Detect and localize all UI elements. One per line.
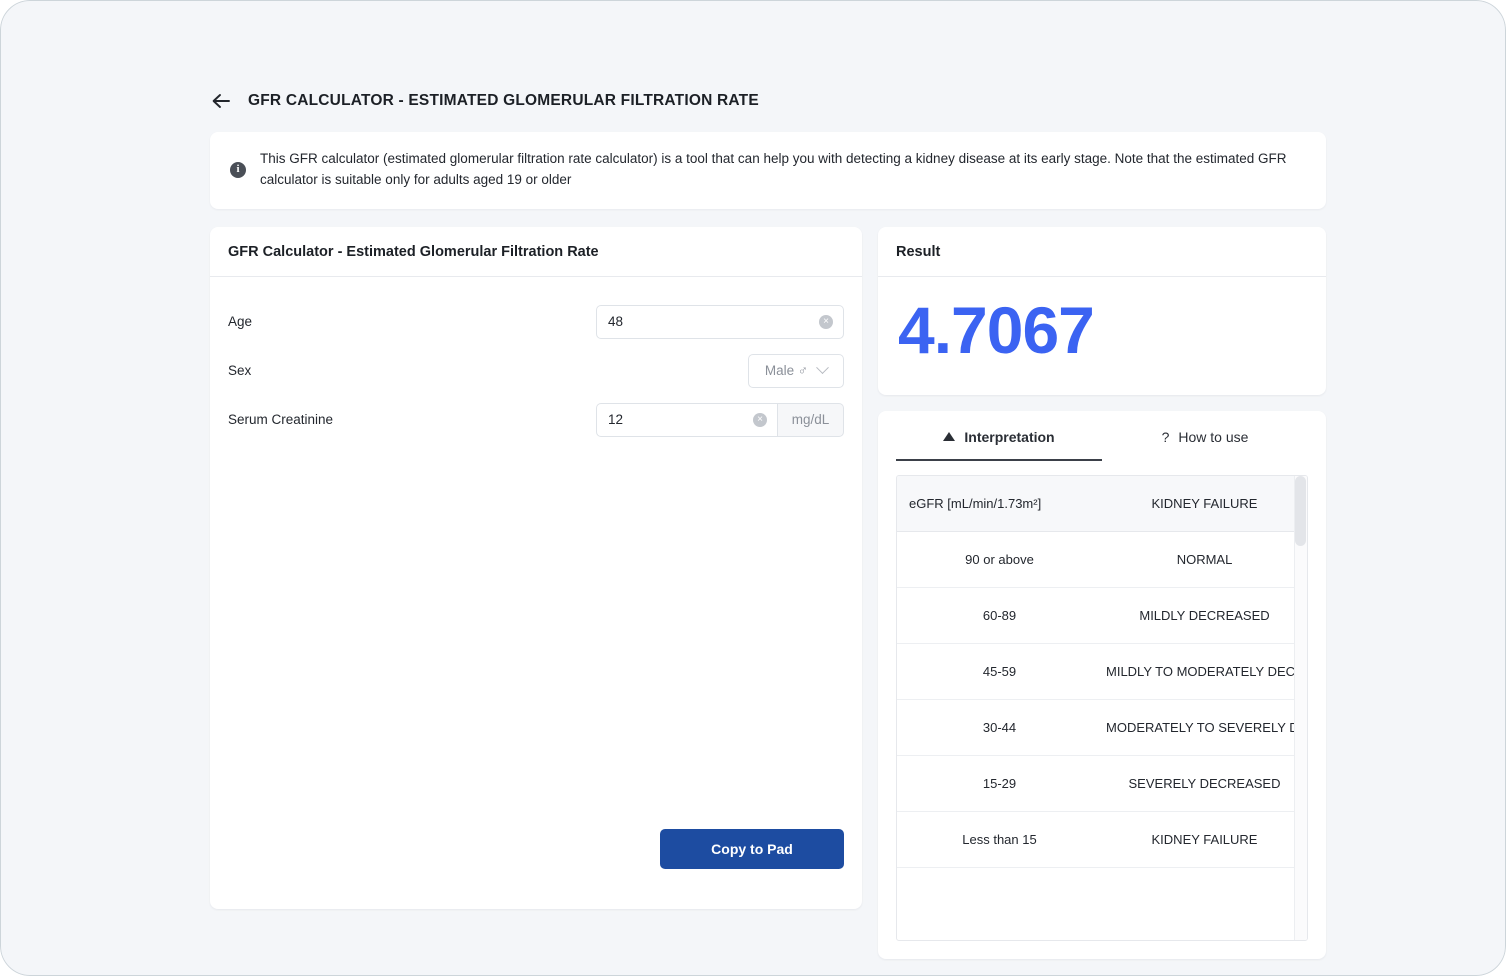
interpretation-card: Interpretation ? How to use eGFR [mL/min… bbox=[878, 410, 1326, 959]
table-row: 60-89 MILDLY DECREASED bbox=[897, 588, 1307, 644]
field-label-serum-creatinine: Serum Creatinine bbox=[228, 412, 334, 428]
sex-select[interactable]: Male ♂ bbox=[748, 353, 844, 388]
copy-to-pad-button[interactable]: Copy to Pad bbox=[660, 828, 844, 869]
table-row: 15-29 SEVERELY DECREASED bbox=[897, 756, 1307, 812]
table-column-header-egfr: eGFR [mL/min/1.73m²] bbox=[897, 475, 1102, 533]
tab-interpretation-label: Interpretation bbox=[964, 428, 1055, 445]
chevron-down-icon bbox=[816, 361, 829, 375]
calculator-column: GFR Calculator - Estimated Glomerular Fi… bbox=[210, 226, 862, 909]
field-row-serum-creatinine: Serum Creatinine 12 × mg/dL bbox=[228, 402, 844, 437]
serum-creatinine-input-value: 12 bbox=[608, 412, 624, 428]
table-cell-range bbox=[897, 868, 1102, 924]
field-label-sex: Sex bbox=[228, 363, 252, 379]
field-row-age: Age 48 × bbox=[228, 304, 844, 339]
calculator-card-title: GFR Calculator - Estimated Glomerular Fi… bbox=[210, 227, 862, 277]
triangle-up-icon bbox=[943, 432, 956, 442]
field-row-sex: Sex Male ♂ bbox=[228, 353, 844, 388]
table-cell-status: MILDLY DECREASED bbox=[1139, 608, 1270, 624]
table-scrollbar-thumb[interactable] bbox=[1295, 475, 1306, 546]
table-cell-range: 45-59 bbox=[982, 664, 1017, 680]
table-cell-status: KIDNEY FAILURE bbox=[1151, 832, 1258, 848]
result-card: Result 4.7067 bbox=[878, 226, 1326, 395]
table-cell-status: MODERATELY TO SEVERELY DECREASED bbox=[1106, 720, 1307, 736]
info-banner: i This GFR calculator (estimated glomeru… bbox=[210, 132, 1326, 209]
age-input-value: 48 bbox=[608, 314, 624, 330]
interpretation-panel: eGFR [mL/min/1.73m²] KIDNEY FAILURE 90 o… bbox=[878, 461, 1326, 959]
result-value: 4.7067 bbox=[898, 292, 1095, 367]
interpretation-table-wrapper: eGFR [mL/min/1.73m²] KIDNEY FAILURE 90 o… bbox=[896, 474, 1308, 941]
tab-how-to-use-label: How to use bbox=[1178, 428, 1249, 445]
field-control-age: 48 × bbox=[596, 304, 844, 339]
table-cell-range: Less than 15 bbox=[962, 832, 1037, 848]
tab-bar: Interpretation ? How to use bbox=[878, 411, 1326, 461]
table-scrollbar[interactable] bbox=[1294, 475, 1307, 940]
table-body: 90 or above NORMAL 60-89 MILDLY DECREASE… bbox=[897, 532, 1307, 924]
field-control-serum-creatinine: 12 × mg/dL bbox=[596, 402, 844, 437]
question-mark-icon: ? bbox=[1161, 428, 1170, 445]
table-row: Less than 15 KIDNEY FAILURE bbox=[897, 812, 1307, 868]
page-container: GFR CALCULATOR - ESTIMATED GLOMERULAR FI… bbox=[210, 84, 1326, 959]
table-row bbox=[897, 868, 1307, 924]
table-cell-status: MILDLY TO MODERATELY DECREASED bbox=[1106, 664, 1307, 680]
content-columns: GFR Calculator - Estimated Glomerular Fi… bbox=[210, 226, 1326, 959]
table-cell-status: SEVERELY DECREASED bbox=[1128, 776, 1281, 792]
table-header-row: eGFR [mL/min/1.73m²] KIDNEY FAILURE bbox=[897, 475, 1307, 533]
age-input[interactable]: 48 × bbox=[596, 304, 844, 339]
info-banner-text: This GFR calculator (estimated glomerula… bbox=[260, 151, 1287, 187]
result-column: Result 4.7067 Interpretation ? How to us… bbox=[878, 226, 1326, 959]
table-column-header-status: KIDNEY FAILURE bbox=[1102, 475, 1307, 533]
page-header: GFR CALCULATOR - ESTIMATED GLOMERULAR FI… bbox=[210, 84, 1326, 118]
table-cell-range: 15-29 bbox=[982, 776, 1017, 792]
table-cell-range: 60-89 bbox=[982, 608, 1017, 624]
table-row: 45-59 MILDLY TO MODERATELY DECREASED bbox=[897, 644, 1307, 700]
table-cell-range: 30-44 bbox=[982, 720, 1017, 736]
clear-icon[interactable]: × bbox=[819, 314, 833, 329]
table-cell-status bbox=[1102, 868, 1307, 924]
serum-creatinine-unit[interactable]: mg/dL bbox=[778, 402, 844, 437]
serum-creatinine-input[interactable]: 12 × bbox=[596, 402, 778, 437]
table-row: 90 or above NORMAL bbox=[897, 532, 1307, 588]
table-head: eGFR [mL/min/1.73m²] KIDNEY FAILURE bbox=[897, 475, 1307, 533]
result-card-title: Result bbox=[878, 227, 1326, 277]
interpretation-table: eGFR [mL/min/1.73m²] KIDNEY FAILURE 90 o… bbox=[897, 475, 1307, 924]
arrow-left-icon[interactable] bbox=[210, 90, 232, 112]
table-cell-range: 90 or above bbox=[965, 552, 1034, 568]
app-root: GFR CALCULATOR - ESTIMATED GLOMERULAR FI… bbox=[0, 0, 1506, 976]
table-cell-status: NORMAL bbox=[1176, 552, 1233, 568]
tab-how-to-use[interactable]: ? How to use bbox=[1102, 411, 1308, 461]
tab-interpretation[interactable]: Interpretation bbox=[896, 411, 1102, 461]
info-icon: i bbox=[230, 161, 246, 178]
field-control-sex: Male ♂ bbox=[748, 353, 844, 388]
page-title: GFR CALCULATOR - ESTIMATED GLOMERULAR FI… bbox=[248, 92, 759, 109]
calculator-card: GFR Calculator - Estimated Glomerular Fi… bbox=[210, 226, 862, 909]
clear-icon[interactable]: × bbox=[753, 412, 767, 427]
table-row: 30-44 MODERATELY TO SEVERELY DECREASED bbox=[897, 700, 1307, 756]
calculator-form: Age 48 × Sex Male ♂ Serum Creatinine 12 … bbox=[210, 277, 862, 909]
sex-select-value: Male ♂ bbox=[764, 363, 809, 379]
field-label-age: Age bbox=[228, 314, 253, 330]
